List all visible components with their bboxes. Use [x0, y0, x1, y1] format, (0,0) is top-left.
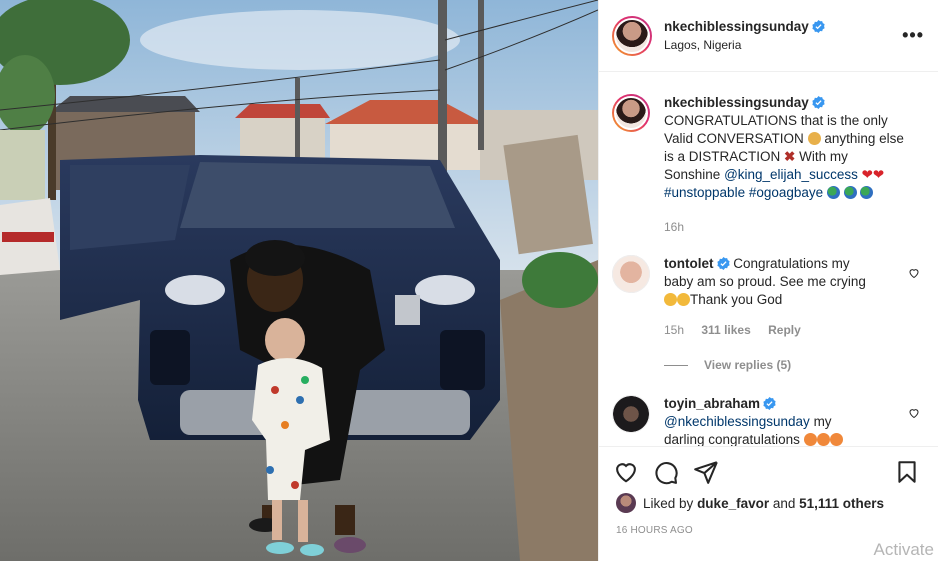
globe-emoji-icon: [826, 186, 840, 199]
comment-line-1: my: [813, 414, 832, 429]
post-photo[interactable]: [0, 0, 598, 561]
commenter-username[interactable]: tontolet: [664, 256, 714, 271]
comment-like-icon[interactable]: [908, 267, 920, 279]
share-icon[interactable]: [693, 459, 719, 485]
caption-hashtags[interactable]: #unstoppable #ogoagbaye: [664, 185, 823, 200]
comment-likes[interactable]: 311 likes: [701, 323, 750, 337]
caption-line-2: Valid CONVERSATION: [664, 131, 804, 146]
verified-icon: [716, 257, 730, 270]
liker-username[interactable]: duke_favor: [697, 496, 769, 511]
commenter-avatar[interactable]: [612, 395, 650, 433]
caption-age[interactable]: 16h: [664, 220, 684, 234]
liker-avatar[interactable]: [616, 493, 636, 513]
author-avatar[interactable]: [612, 15, 652, 56]
verified-icon: [812, 96, 825, 109]
red-heart-emoji-icon: ❤: [872, 167, 885, 182]
instagram-post: nkechiblessingsunday Lagos, Nigeria ••• …: [0, 0, 938, 561]
comment-line-1: Congratulations my: [733, 256, 850, 271]
red-heart-emoji-icon: ❤: [861, 167, 873, 182]
comment-item: toyin_abraham @nkechiblessingsunday my d…: [612, 395, 932, 447]
heart-eyes-emoji-icon: [829, 433, 843, 446]
verified-icon: [812, 19, 825, 33]
like-icon[interactable]: [613, 459, 639, 485]
commenter-avatar[interactable]: [612, 255, 650, 293]
caption-avatar[interactable]: [612, 94, 650, 132]
caption-line-3: is a DISTRACTION: [664, 149, 781, 164]
post-actions: [599, 455, 938, 491]
caption-line-4: Sonshine: [664, 167, 721, 182]
liked-by-label: Liked by: [643, 495, 694, 511]
comment-mention[interactable]: @nkechiblessingsunday: [664, 414, 810, 429]
photo-illustration: [0, 0, 598, 561]
post-location[interactable]: Lagos, Nigeria: [664, 36, 902, 54]
globe-emoji-icon: [843, 186, 857, 199]
post-timestamp[interactable]: 16 HOURS AGO: [616, 525, 693, 536]
comment-like-icon[interactable]: [908, 407, 920, 419]
crying-face-emoji-icon: [664, 293, 677, 306]
comment-line-2: baby am so proud. See me crying: [664, 274, 866, 289]
comment-text: toyin_abraham @nkechiblessingsunday my d…: [664, 395, 904, 447]
view-replies-label: View replies (5): [704, 358, 792, 372]
comment-line-2: darling congratulations: [664, 432, 800, 447]
commenter-username[interactable]: toyin_abraham: [664, 396, 760, 411]
save-icon[interactable]: [894, 459, 920, 485]
caption-text: nkechiblessingsunday CONGRATULATIONS tha…: [664, 94, 904, 236]
caption-line-3b: With my: [799, 149, 848, 164]
caption-username[interactable]: nkechiblessingsunday: [664, 95, 809, 110]
verified-icon: [763, 397, 776, 410]
caption-mention[interactable]: @king_elijah_success: [724, 167, 858, 182]
comment-text: tontolet Congratulations my baby am so p…: [664, 255, 904, 339]
cross-mark-emoji-icon: ✖: [784, 149, 796, 164]
replies-divider: [664, 364, 688, 366]
heart-eyes-emoji-icon: [803, 433, 817, 446]
comment-icon[interactable]: [653, 459, 679, 485]
comment-age[interactable]: 15h: [664, 323, 684, 337]
activate-windows-watermark: Activate: [873, 540, 934, 559]
post-caption: nkechiblessingsunday CONGRATULATIONS tha…: [612, 94, 932, 236]
crying-face-emoji-icon: [677, 293, 690, 306]
globe-emoji-icon: [860, 186, 874, 199]
likes-and-label: and: [772, 495, 796, 511]
likes-summary: Liked by duke_favor and 51,111 others: [616, 493, 884, 513]
comment-line-3: Thank you God: [690, 292, 783, 307]
post-side-panel: nkechiblessingsunday Lagos, Nigeria ••• …: [598, 0, 938, 561]
caption-line-1: CONGRATULATIONS that is the only: [664, 113, 888, 128]
comments-list[interactable]: nkechiblessingsunday CONGRATULATIONS tha…: [599, 73, 938, 447]
likes-count[interactable]: 51,111 others: [799, 496, 884, 511]
more-options-icon[interactable]: •••: [902, 25, 924, 46]
ok-hand-emoji-icon: [807, 132, 821, 145]
caption-line-2b: anything else: [824, 131, 904, 146]
heart-eyes-emoji-icon: [816, 433, 830, 446]
comment-item: tontolet Congratulations my baby am so p…: [612, 255, 932, 339]
post-header: nkechiblessingsunday Lagos, Nigeria •••: [599, 0, 938, 72]
author-username[interactable]: nkechiblessingsunday: [664, 19, 809, 34]
reply-button[interactable]: Reply: [768, 323, 801, 337]
view-replies-button[interactable]: View replies (5): [664, 358, 791, 372]
